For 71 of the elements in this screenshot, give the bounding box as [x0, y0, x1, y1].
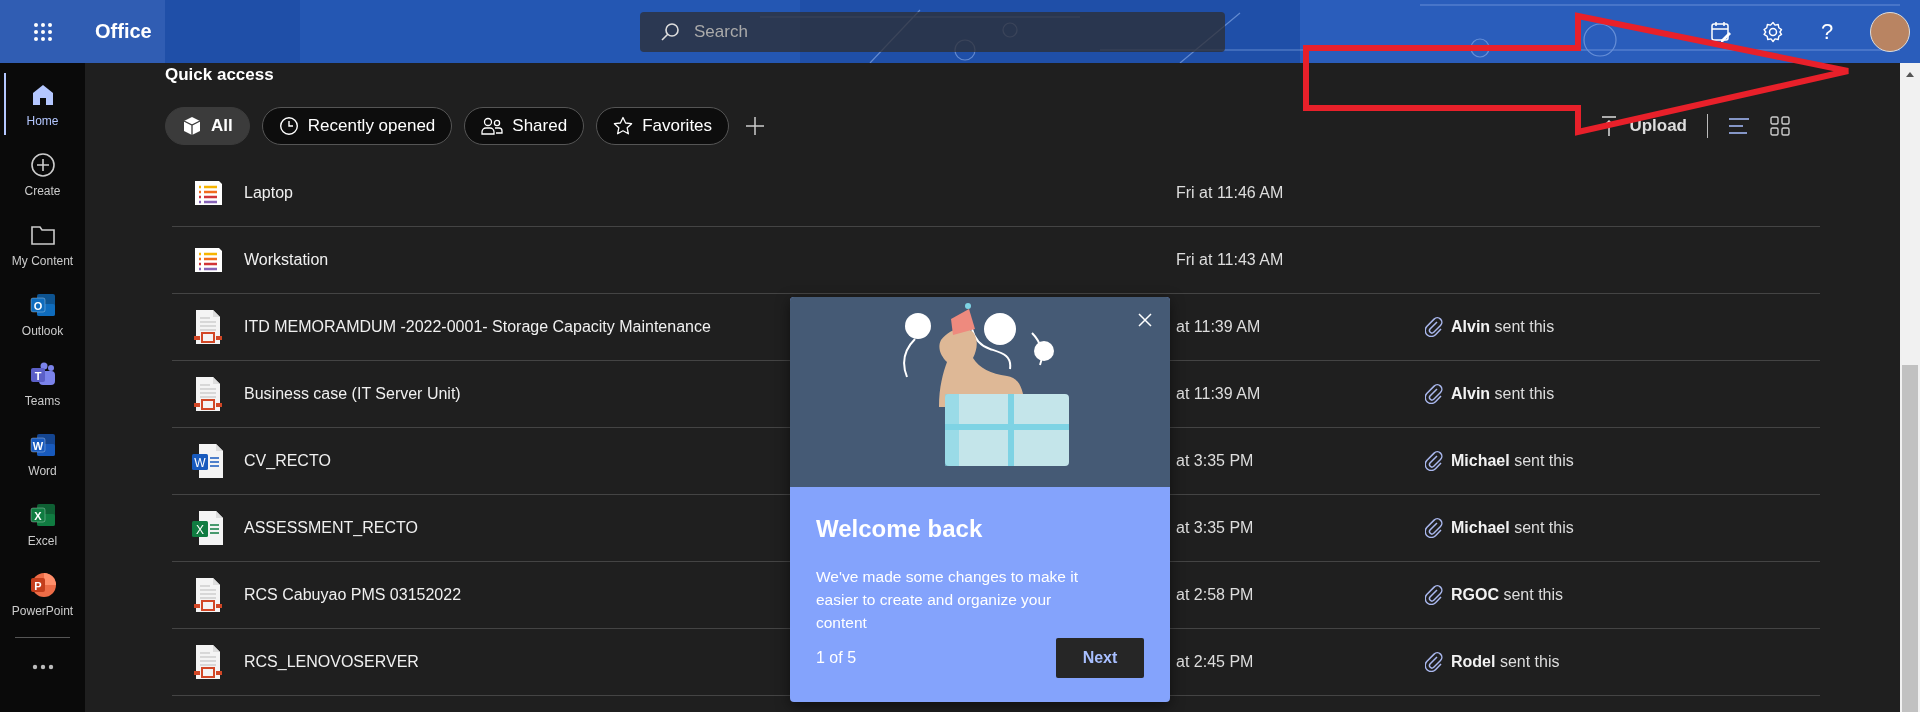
file-name[interactable]: RCS_LENOVOSERVER: [244, 653, 419, 671]
dialog-message: We've made some changes to make it easier to create and organize your content: [816, 567, 1079, 633]
nav-item[interactable]: Create: [0, 139, 85, 209]
star-icon: [613, 116, 634, 136]
paperclip-icon: [1425, 451, 1443, 471]
waffle-icon: [32, 21, 53, 42]
paperclip-icon: [1425, 518, 1443, 538]
document-icon: [191, 576, 225, 614]
grid-view-button[interactable]: [1770, 116, 1790, 136]
document-icon: [191, 375, 225, 413]
file-name[interactable]: RCS Cabuyao PMS 03152022: [244, 586, 462, 604]
filter-tab[interactable]: Favorites: [596, 107, 730, 145]
upload-button[interactable]: Upload: [1601, 115, 1687, 137]
modified-date: at 11:39 AM: [1176, 318, 1262, 336]
search-field[interactable]: Search: [640, 11, 1225, 52]
nav-item[interactable]: Home: [0, 69, 85, 139]
home-icon: [30, 82, 55, 107]
list-view-button[interactable]: [1728, 116, 1750, 136]
filter-tab[interactable]: Recently opened: [261, 107, 453, 145]
modified-date: at 3:35 PM: [1176, 452, 1255, 470]
paperclip-icon: [1425, 317, 1443, 337]
shared-by-text: Alvin sent this: [1451, 385, 1555, 403]
document-icon: [191, 308, 225, 346]
upload-icon: [1601, 115, 1618, 137]
dialog-title: Welcome back: [816, 515, 983, 543]
file-name[interactable]: ASSESSMENT_RECTO: [244, 519, 418, 537]
file-name[interactable]: Business case (IT Server Unit): [244, 385, 461, 403]
modified-date: Fri at 11:46 AM: [1176, 184, 1285, 202]
shared-by-text: Alvin sent this: [1451, 318, 1555, 336]
cube-icon: [182, 116, 202, 136]
powerpoint-app-icon: P: [28, 570, 57, 599]
document-icon: [191, 643, 225, 681]
help-button[interactable]: ?: [1814, 18, 1840, 45]
modified-date: at 2:58 PM: [1176, 586, 1255, 604]
nav-item[interactable]: O Outlook: [0, 279, 85, 349]
scrollbar[interactable]: [1900, 63, 1920, 712]
settings-button[interactable]: [1762, 20, 1784, 43]
paperclip-icon: [1425, 585, 1443, 605]
search-icon: [660, 21, 680, 42]
file-name[interactable]: ITD MEMORAMDUM -2022-0001- Storage Capacity Maintenance: [244, 318, 711, 336]
modified-date: at 2:45 PM: [1176, 653, 1255, 671]
step-counter: 1 of 5: [816, 649, 857, 667]
clock-icon: [278, 116, 299, 136]
paperclip-icon: [1425, 384, 1443, 404]
nav-item[interactable]: T Teams: [0, 349, 85, 419]
nav-item[interactable]: P PowerPoint: [0, 559, 85, 629]
section-title: Quick access: [165, 64, 274, 86]
ellipsis-icon: [31, 664, 54, 670]
calendar-edit-button[interactable]: [1710, 20, 1732, 43]
modified-date: at 11:39 AM: [1176, 385, 1262, 403]
shared-by-text: Rodel sent this: [1451, 653, 1560, 671]
app-launcher-button[interactable]: [0, 0, 85, 63]
shared-by-text: RGOC sent this: [1451, 586, 1564, 604]
folder-icon: [29, 223, 56, 246]
file-name[interactable]: CV_RECTO: [244, 452, 331, 470]
nav-item[interactable]: My Content: [0, 209, 85, 279]
add-icon: [29, 151, 56, 178]
shared-by-text: Michael sent this: [1451, 452, 1574, 470]
nav-item[interactable]: W Word: [0, 419, 85, 489]
people-icon: [481, 116, 504, 136]
next-button[interactable]: Next: [1056, 638, 1144, 678]
modified-date: at 3:35 PM: [1176, 519, 1255, 537]
shared-by-text: Michael sent this: [1451, 519, 1574, 537]
filter-tab[interactable]: All: [165, 107, 250, 145]
filter-tab[interactable]: Shared: [464, 107, 585, 145]
file-name[interactable]: Laptop: [244, 184, 293, 202]
modified-date: Fri at 11:43 AM: [1176, 251, 1285, 269]
nav-item[interactable]: X Excel: [0, 489, 85, 559]
paperclip-icon: [1425, 652, 1443, 672]
file-name[interactable]: Workstation: [244, 251, 329, 269]
app-name[interactable]: Office: [85, 0, 165, 63]
